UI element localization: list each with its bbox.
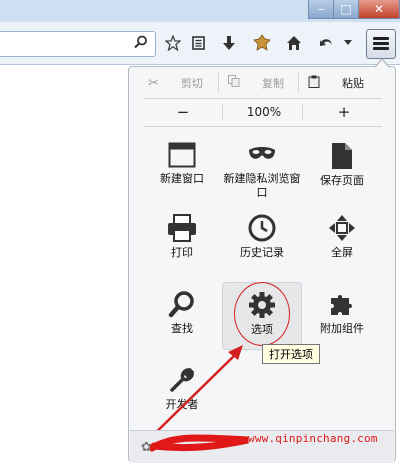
new-window-button[interactable]: 新建窗口 <box>142 134 222 202</box>
fullscreen-button[interactable]: 全屏 <box>302 206 382 274</box>
home-icon[interactable] <box>283 32 305 54</box>
puzzle-icon <box>331 295 352 315</box>
hamburger-bar <box>373 42 389 45</box>
addon-icon[interactable] <box>251 32 273 54</box>
private-window-button[interactable]: 新建隐私浏览窗口 <box>222 134 302 202</box>
save-page-label: 保存页面 <box>320 174 364 187</box>
hamburger-bar <box>373 47 389 50</box>
search-icon[interactable] <box>134 35 148 53</box>
back-icon[interactable] <box>315 32 337 54</box>
cut-label: 剪切 <box>180 77 203 90</box>
star-icon[interactable] <box>162 32 184 54</box>
divider <box>302 104 303 120</box>
divider <box>218 73 219 93</box>
zoom-in-button[interactable]: + <box>326 102 362 122</box>
divider <box>144 126 382 127</box>
print-label: 打印 <box>171 246 193 259</box>
new-window-label: 新建窗口 <box>160 172 204 185</box>
save-page-icon <box>332 143 352 169</box>
private-mask-icon <box>249 147 275 159</box>
scissors-icon: ✂ <box>148 75 159 91</box>
download-icon[interactable] <box>218 32 240 54</box>
copy-button[interactable]: 复制 <box>228 72 284 94</box>
hamburger-bar <box>373 37 389 40</box>
paste-label: 粘贴 <box>342 77 364 90</box>
watermark-text: www.qinpinchang.com <box>248 432 378 445</box>
magnifier-icon <box>168 291 194 318</box>
maximize-button[interactable]: □ <box>333 0 359 19</box>
addons-label: 附加组件 <box>320 322 364 335</box>
hamburger-menu-button[interactable] <box>366 29 396 59</box>
history-label: 历史记录 <box>240 246 284 259</box>
copy-label: 复制 <box>262 77 284 90</box>
divider <box>222 104 223 120</box>
minimize-button[interactable]: – <box>308 0 334 19</box>
cut-button[interactable]: ✂ 剪切 <box>148 72 203 94</box>
chevron-down-icon[interactable] <box>342 32 354 54</box>
new-window-icon <box>168 142 196 168</box>
private-window-label: 新建隐私浏览窗口 <box>223 172 301 199</box>
divider <box>144 98 382 99</box>
address-bar[interactable] <box>0 31 156 57</box>
save-page-button[interactable]: 保存页面 <box>302 134 382 202</box>
clipboard-icon <box>308 75 320 92</box>
zoom-level-button[interactable]: 100% <box>238 102 290 122</box>
fullscreen-label: 全屏 <box>331 246 353 259</box>
options-tooltip: 打开选项 <box>262 344 320 364</box>
bookmarks-icon[interactable] <box>187 32 209 54</box>
clock-icon <box>248 214 276 242</box>
addons-button[interactable]: 附加组件 <box>302 282 382 350</box>
print-button[interactable]: 打印 <box>142 206 222 274</box>
panel-arrow-inner <box>375 60 389 68</box>
close-window-button[interactable]: ✕ <box>358 0 400 19</box>
fullscreen-arrows-icon <box>329 215 355 241</box>
redaction-scribble <box>150 434 249 452</box>
paste-button[interactable]: 粘贴 <box>308 72 364 94</box>
divider <box>298 73 299 93</box>
history-button[interactable]: 历史记录 <box>222 206 302 274</box>
printer-icon <box>168 214 196 242</box>
copy-icon <box>228 75 240 91</box>
zoom-out-button[interactable]: − <box>165 102 201 122</box>
